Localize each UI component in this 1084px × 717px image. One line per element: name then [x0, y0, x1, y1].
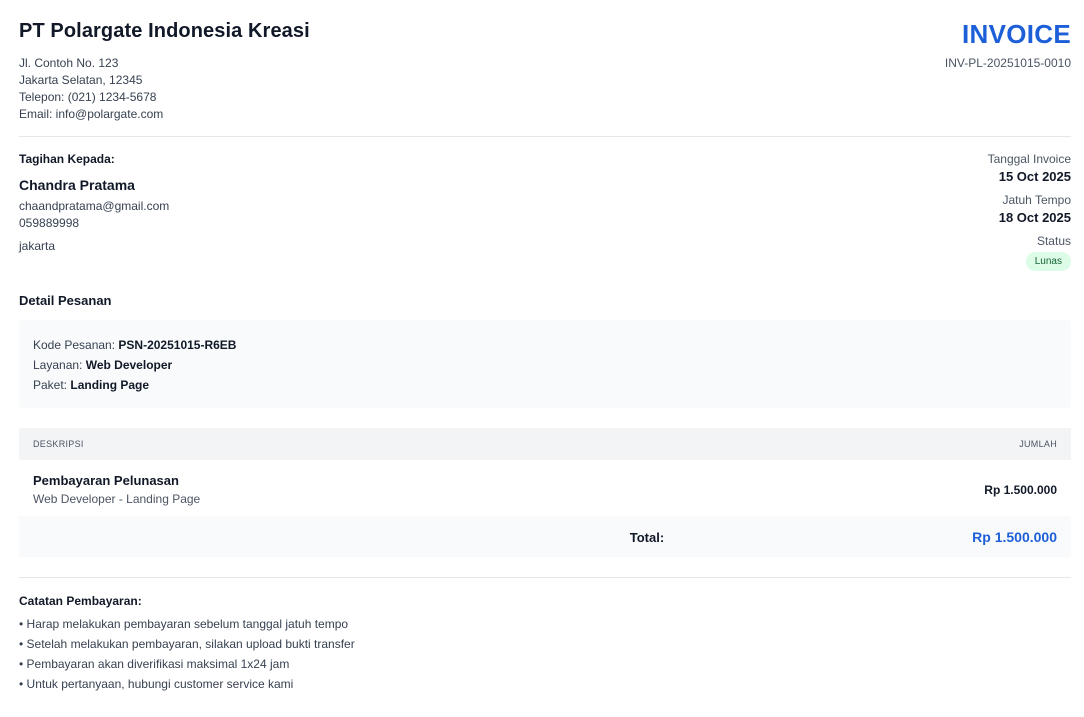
- invoice-date: 15 Oct 2025: [998, 169, 1071, 184]
- list-item: • Setelah melakukan pembayaran, silakan …: [19, 637, 355, 651]
- invoice-page: PT Polargate Indonesia Kreasi Jl. Contoh…: [19, 18, 1071, 694]
- bill-to-heading: Tagihan Kepada:: [19, 152, 115, 166]
- company-address-line1: Jl. Contoh No. 123: [19, 56, 119, 70]
- list-item: • Pembayaran akan diverifikasi maksimal …: [19, 657, 290, 671]
- company-info: PT Polargate Indonesia Kreasi Jl. Contoh…: [19, 18, 310, 123]
- total-row: Total: Rp 1.500.000: [19, 516, 1071, 557]
- order-details-box: Kode Pesanan: PSN-20251015-R6EB Layanan:…: [19, 320, 1071, 408]
- order-service-label: Layanan:: [33, 358, 86, 372]
- due-date: 18 Oct 2025: [998, 210, 1071, 225]
- column-header-description: DESKRIPSI: [33, 439, 84, 449]
- order-details-title: Detail Pesanan: [19, 293, 112, 308]
- invoice-date-block: Tanggal Invoice 15 Oct 2025: [988, 152, 1071, 184]
- total-label: Total:: [629, 529, 665, 545]
- customer-phone: 059889998: [19, 216, 80, 230]
- items-table-header: DESKRIPSI JUMLAH: [19, 428, 1071, 460]
- billing-section: Tagihan Kepada: Chandra Pratama chaandpr…: [19, 152, 1071, 271]
- order-service: Web Developer: [85, 358, 173, 372]
- customer-name: Chandra Pratama: [19, 177, 135, 193]
- payment-notes-list: • Harap melakukan pembayaran sebelum tan…: [19, 614, 1071, 694]
- payment-notes-title: Catatan Pembayaran:: [19, 594, 142, 608]
- status-block: Status Lunas: [988, 234, 1071, 271]
- invoice-meta: Tanggal Invoice 15 Oct 2025 Jatuh Tempo …: [988, 152, 1071, 271]
- status-label: Status: [1036, 234, 1071, 248]
- invoice-number: INV-PL-20251015-0010: [944, 56, 1071, 70]
- invoice-title-block: INVOICE INV-PL-20251015-0010: [945, 18, 1071, 70]
- company-address-line2: Jakarta Selatan, 12345: [19, 73, 143, 87]
- column-header-amount: JUMLAH: [1019, 439, 1057, 449]
- order-code-line: Kode Pesanan: PSN-20251015-R6EB: [33, 335, 1057, 355]
- invoice-date-label: Tanggal Invoice: [987, 152, 1071, 166]
- table-row: Pembayaran Pelunasan Web Developer - Lan…: [19, 460, 1071, 516]
- invoice-title: INVOICE: [961, 19, 1071, 49]
- list-item: • Untuk pertanyaan, hubungi customer ser…: [19, 677, 294, 691]
- invoice-header: PT Polargate Indonesia Kreasi Jl. Contoh…: [19, 18, 1071, 123]
- bill-to: Tagihan Kepada: Chandra Pratama chaandpr…: [19, 152, 169, 271]
- status-badge: Lunas: [1025, 252, 1071, 271]
- order-service-line: Layanan: Web Developer: [33, 355, 1057, 375]
- items-table: DESKRIPSI JUMLAH Pembayaran Pelunasan We…: [19, 428, 1071, 557]
- order-code: PSN-20251015-R6EB: [118, 338, 237, 352]
- footer-divider: [19, 577, 1071, 578]
- order-package-label: Paket:: [33, 378, 71, 392]
- item-subtitle: Web Developer - Landing Page: [33, 492, 201, 506]
- list-item: • Harap melakukan pembayaran sebelum tan…: [19, 617, 349, 631]
- order-package-line: Paket: Landing Page: [33, 375, 1057, 395]
- company-name: PT Polargate Indonesia Kreasi: [19, 20, 310, 42]
- customer-address: jakarta: [19, 239, 56, 253]
- item-amount: Rp 1.500.000: [984, 482, 1057, 497]
- item-title: Pembayaran Pelunasan: [33, 473, 179, 488]
- order-code-label: Kode Pesanan:: [33, 338, 119, 352]
- company-email: Email: info@polargate.com: [19, 107, 164, 121]
- due-date-label: Jatuh Tempo: [1002, 193, 1072, 207]
- header-divider: [19, 136, 1071, 137]
- company-phone: Telepon: (021) 1234-5678: [19, 90, 157, 104]
- item-description: Pembayaran Pelunasan Web Developer - Lan…: [33, 473, 200, 506]
- total-value: Rp 1.500.000: [972, 529, 1057, 545]
- due-date-block: Jatuh Tempo 18 Oct 2025: [988, 193, 1071, 225]
- customer-email: chaandpratama@gmail.com: [19, 199, 170, 213]
- order-package: Landing Page: [70, 378, 150, 392]
